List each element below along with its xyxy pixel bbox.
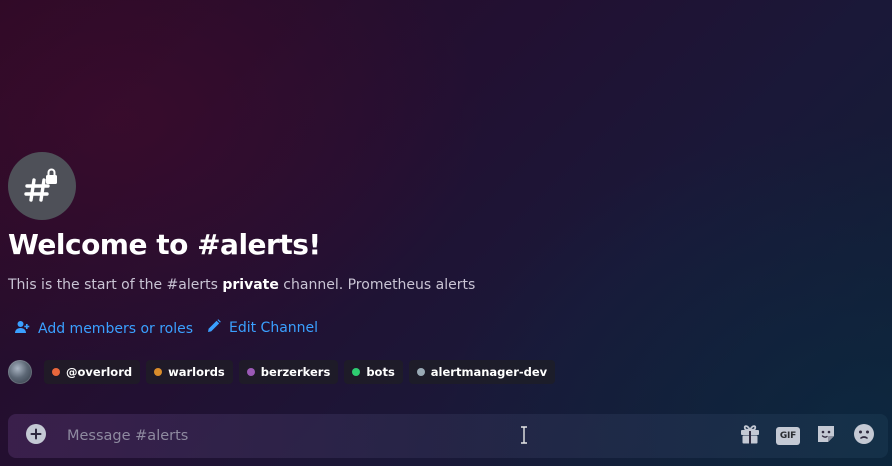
emoji-button[interactable] (852, 424, 876, 448)
role-label: warlords (168, 365, 225, 379)
role-pill-berzerkers[interactable]: berzerkers (238, 360, 339, 384)
role-label: @overlord (66, 365, 133, 379)
role-color-dot (52, 368, 60, 376)
channel-welcome-view: Welcome to #alerts! This is the start of… (0, 0, 892, 466)
message-composer: GIF (8, 414, 888, 458)
gift-icon (739, 423, 761, 449)
edit-channel-label: Edit Channel (229, 320, 319, 336)
role-color-dot (416, 368, 425, 376)
description-text-end: channel. Prometheus alerts (278, 277, 476, 293)
attach-plus-button[interactable] (25, 423, 47, 449)
add-members-label: Add members or roles (38, 321, 194, 337)
sticker-button[interactable] (814, 424, 838, 448)
message-input[interactable] (65, 415, 738, 457)
user-add-icon (14, 319, 30, 339)
hash-lock-icon (8, 152, 76, 220)
channel-description: This is the start of the #alerts private… (8, 277, 475, 293)
role-pill-overlord[interactable]: @overlord (44, 360, 141, 384)
role-pill-alertmanager-dev[interactable]: alertmanager-dev (408, 360, 556, 384)
add-members-button[interactable]: Add members or roles (14, 319, 193, 339)
edit-channel-button[interactable]: Edit Channel (207, 319, 318, 337)
role-label: berzerkers (260, 365, 331, 379)
sticker-icon (815, 423, 837, 449)
role-color-dot (352, 368, 361, 376)
description-private-label: private (222, 277, 279, 293)
plus-circle-icon (25, 423, 47, 449)
gif-icon: GIF (776, 427, 800, 445)
role-pill-warlords[interactable]: warlords (146, 360, 233, 384)
text-cursor-icon (521, 426, 527, 444)
emoji-icon (853, 423, 875, 449)
channel-roles-list: @overlord warlords berzerkers bots alert… (8, 360, 556, 384)
gift-button[interactable] (738, 424, 762, 448)
welcome-title: Welcome to #alerts! (8, 228, 321, 261)
pencil-icon (207, 319, 221, 337)
role-label: bots (366, 365, 395, 379)
role-label: alertmanager-dev (430, 365, 548, 379)
gif-button[interactable]: GIF (776, 424, 800, 448)
role-pill-bots[interactable]: bots (344, 360, 403, 384)
description-text: This is the start of the #alerts (8, 277, 223, 293)
role-color-dot (154, 368, 163, 376)
composer-tools: GIF (738, 424, 876, 448)
avatar[interactable] (8, 360, 32, 384)
role-color-dot (246, 368, 255, 376)
